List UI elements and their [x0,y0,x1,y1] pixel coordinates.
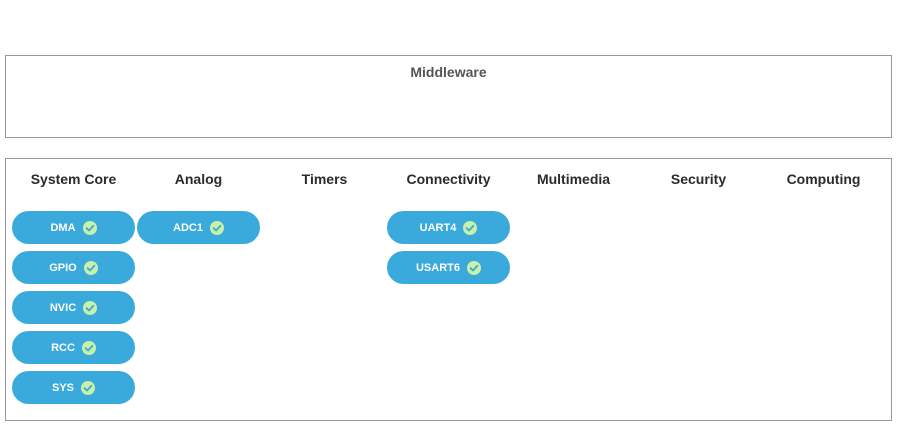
header-multimedia[interactable]: Multimedia [511,171,636,187]
check-circle-icon [467,260,481,275]
middleware-title: Middleware [410,64,487,80]
chip-label: ADC1 [173,221,203,234]
check-circle-icon [81,340,96,355]
header-computing[interactable]: Computing [761,171,886,187]
chip-label: USART6 [415,261,460,274]
chip-dma[interactable]: DMA [12,211,135,244]
chip-label: DMA [50,221,76,234]
header-system-core[interactable]: System Core [11,171,136,187]
chip-rcc[interactable]: RCC [12,331,135,364]
chip-usart6[interactable]: USART6 [387,251,510,284]
header-security[interactable]: Security [636,171,761,187]
check-circle-icon [83,300,98,315]
chip-sys[interactable]: SYS [12,371,135,404]
check-circle-icon [83,260,98,275]
check-circle-icon [82,220,97,235]
chip-nvic[interactable]: NVIC [12,291,135,324]
middleware-panel: Middleware [5,55,892,138]
chip-label: SYS [51,381,74,394]
chip-label: GPIO [49,261,77,274]
chip-label: NVIC [49,301,77,314]
check-circle-icon [209,220,224,235]
header-analog[interactable]: Analog [136,171,261,187]
chip-label: RCC [51,341,75,354]
chip-label: UART4 [419,221,457,234]
check-circle-icon [463,220,478,235]
chip-uart4[interactable]: UART4 [387,211,510,244]
header-connectivity[interactable]: Connectivity [386,171,511,187]
categories-panel: System Core Analog Timers Connectivity M… [5,158,892,421]
chip-gpio[interactable]: GPIO [12,251,135,284]
header-timers[interactable]: Timers [262,171,387,187]
chip-adc1[interactable]: ADC1 [137,211,260,244]
check-circle-icon [81,380,95,395]
